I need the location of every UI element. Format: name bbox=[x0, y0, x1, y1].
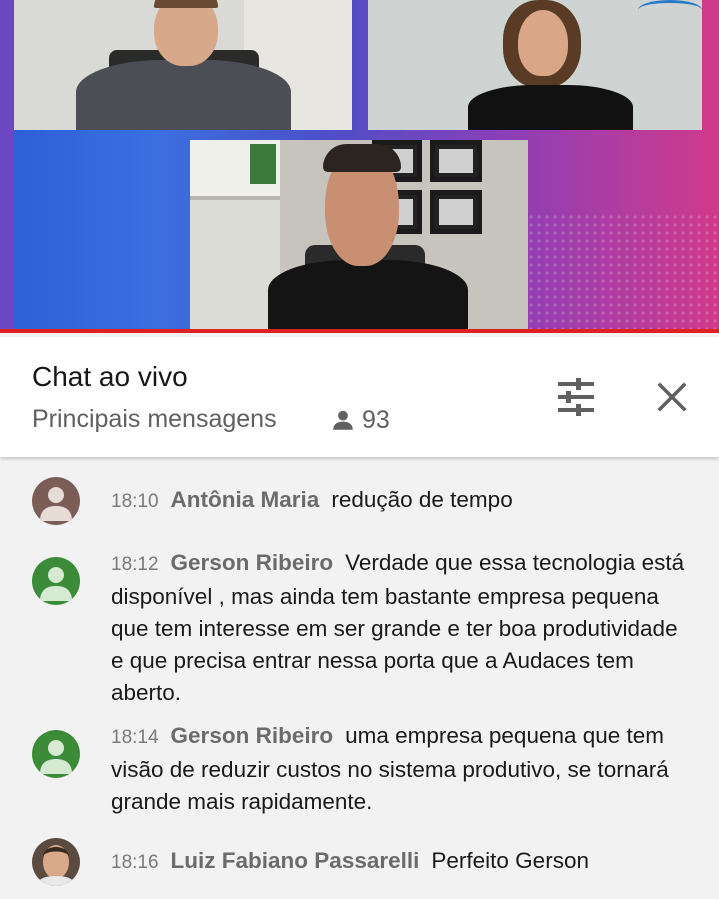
close-chat-button[interactable] bbox=[650, 375, 694, 419]
message-author[interactable]: Gerson Ribeiro bbox=[171, 550, 334, 575]
message-time: 18:12 bbox=[111, 554, 159, 575]
chat-message-list[interactable]: 18:10 Antônia Maria redução de tempo 18:12… bbox=[0, 457, 719, 899]
background-pattern bbox=[519, 213, 719, 333]
participant-video-3 bbox=[190, 140, 528, 330]
avatar[interactable] bbox=[32, 557, 80, 605]
chat-title: Chat ao vivo bbox=[32, 361, 188, 392]
avatar[interactable] bbox=[32, 477, 80, 525]
chat-settings-button[interactable] bbox=[552, 377, 600, 417]
tune-icon bbox=[558, 378, 594, 416]
message-text: redução de tempo bbox=[331, 487, 513, 512]
message-author[interactable]: Gerson Ribeiro bbox=[171, 723, 334, 748]
person-icon bbox=[330, 407, 356, 433]
message-time: 18:16 bbox=[111, 852, 159, 873]
video-left-edge bbox=[0, 0, 14, 333]
chat-header: Chat ao vivo Principais mensagens 93 bbox=[0, 337, 719, 457]
chat-filter-dropdown[interactable]: Principais mensagens bbox=[32, 405, 277, 434]
avatar[interactable] bbox=[32, 730, 80, 778]
viewer-count: 93 bbox=[330, 405, 390, 435]
video-player[interactable] bbox=[0, 0, 719, 333]
message-text: Perfeito Gerson bbox=[431, 848, 589, 873]
message-time: 18:10 bbox=[111, 491, 159, 512]
message-time: 18:14 bbox=[111, 727, 159, 748]
message-author[interactable]: Luiz Fabiano Passarelli bbox=[171, 848, 420, 873]
participant-video-1 bbox=[14, 0, 352, 130]
avatar[interactable] bbox=[32, 838, 80, 886]
viewer-count-value: 93 bbox=[362, 405, 390, 434]
live-progress-bar bbox=[0, 329, 719, 333]
close-icon bbox=[657, 382, 687, 412]
participant-video-2 bbox=[368, 0, 702, 130]
message-author[interactable]: Antônia Maria bbox=[171, 487, 320, 512]
